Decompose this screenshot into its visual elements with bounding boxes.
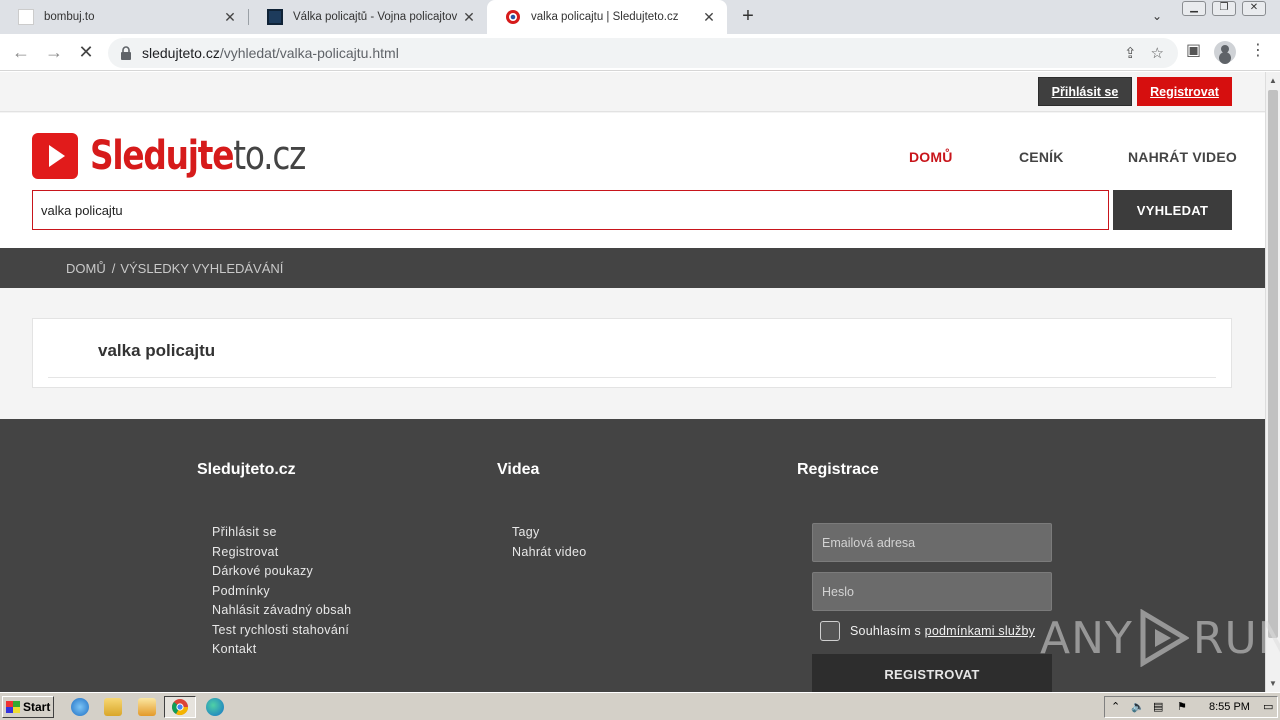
footer-title-site: Sledujteto.cz <box>197 461 296 478</box>
results-panel: valka policajtu <box>32 318 1232 388</box>
internet-explorer-icon[interactable] <box>71 698 89 716</box>
anyrun-watermark: ANY RUN <box>1040 606 1280 670</box>
nav-upload-video[interactable]: NAHRÁT VIDEO <box>1128 149 1237 165</box>
url-text: sledujteto.cz/vyhledat/valka-policajtu.h… <box>142 45 399 61</box>
search-button[interactable]: VYHLEDAT <box>1113 190 1232 230</box>
screen: bombuj.to ✕ Válka policajtů - Vojna poli… <box>0 0 1280 720</box>
results-title: valka policajtu <box>98 341 216 360</box>
network-icon[interactable]: ▤ <box>1153 701 1165 713</box>
tab-title: valka policajtu | Sledujteto.cz <box>531 11 679 23</box>
minimize-icon[interactable]: ▁ <box>1182 1 1206 16</box>
omnibox-actions: ⇪ ☆ <box>1124 44 1164 62</box>
bookmark-star-icon[interactable]: ☆ <box>1151 44 1164 62</box>
footer-link-terms[interactable]: Podmínky <box>212 582 351 602</box>
address-bar[interactable]: sledujteto.cz/vyhledat/valka-policajtu.h… <box>108 38 1178 68</box>
restore-icon[interactable]: ❐ <box>1212 1 1236 16</box>
terms-link[interactable]: podmínkami služby <box>925 624 1035 638</box>
clock: 8:55 PM <box>1209 701 1250 713</box>
kebab-menu-icon[interactable]: ⋮ <box>1250 40 1266 60</box>
footer-link-upload-video[interactable]: Nahrát video <box>512 543 586 563</box>
footer-title-videos: Videa <box>497 461 540 478</box>
stop-loading-icon[interactable]: ✕ <box>75 42 97 64</box>
browser-tab-strip: bombuj.to ✕ Válka policajtů - Vojna poli… <box>0 0 1280 34</box>
volume-icon[interactable]: 🔈 <box>1131 701 1145 713</box>
register-button[interactable]: Registrovat <box>1137 77 1232 106</box>
play-logo-icon <box>32 133 78 179</box>
footer-register-button[interactable]: REGISTROVAT <box>812 654 1052 692</box>
windows-taskbar: Start ⌃ 🔈 ▤ ⚑ 8:55 PM ▭ <box>0 692 1280 720</box>
logo-wordmark: Sledujteto.cz <box>90 133 306 179</box>
tab-valka-policajtu-online[interactable]: Válka policajtů - Vojna policajtov onlin… <box>249 0 487 34</box>
chrome-icon <box>171 699 189 716</box>
footer-links-site: Přihlásit se Registrovat Dárkové poukazy… <box>212 523 351 660</box>
back-arrow-icon[interactable]: ← <box>10 42 32 64</box>
side-panel-icon[interactable]: ▣ <box>1186 40 1201 60</box>
footer-title-registration: Registrace <box>797 461 879 478</box>
tab-search-chevron-icon[interactable]: ⌄ <box>1152 9 1162 23</box>
nav-home[interactable]: DOMŮ <box>909 149 953 165</box>
close-icon[interactable]: ✕ <box>701 9 717 26</box>
nav-pricing[interactable]: CENÍK <box>1019 149 1064 165</box>
profile-avatar-icon[interactable] <box>1214 41 1236 63</box>
media-player-icon[interactable] <box>138 698 156 716</box>
windows-flag-icon <box>6 701 20 713</box>
edge-icon[interactable] <box>206 698 224 716</box>
footer-link-register[interactable]: Registrovat <box>212 543 351 563</box>
password-field[interactable] <box>812 572 1052 611</box>
footer-link-tags[interactable]: Tagy <box>512 523 586 543</box>
scroll-up-icon[interactable]: ▲ <box>1269 76 1277 85</box>
forward-arrow-icon[interactable]: → <box>43 42 65 64</box>
close-icon[interactable]: ✕ <box>461 9 477 26</box>
tab-sledujteto[interactable]: valka policajtu | Sledujteto.cz ✕ <box>487 0 727 34</box>
terms-agree-label: Souhlasím s podmínkami služby <box>850 624 1036 638</box>
scrollbar-thumb[interactable] <box>1268 90 1278 638</box>
terms-checkbox[interactable] <box>820 621 840 641</box>
tab-title: Válka policajtů - Vojna policajtov onlin… <box>293 11 461 23</box>
tab-title: bombuj.to <box>44 11 95 23</box>
breadcrumb: DOMŮ / VÝSLEDKY VYHLEDÁVÁNÍ <box>0 248 1265 288</box>
site-header: Sledujteto.cz DOMŮ CENÍK NAHRÁT VIDEO VY… <box>0 113 1265 248</box>
lock-icon <box>121 46 131 60</box>
footer-link-report-content[interactable]: Nahlásit závadný obsah <box>212 601 351 621</box>
divider <box>48 377 1216 378</box>
film-strip-icon <box>267 9 283 25</box>
breadcrumb-separator: / <box>111 260 116 276</box>
footer-link-speed-test[interactable]: Test rychlosti stahování <box>212 621 351 641</box>
window-controls: ▁ ❐ ✕ <box>1182 1 1266 17</box>
system-tray: ⌃ 🔈 ▤ ⚑ 8:55 PM ▭ <box>1104 696 1278 718</box>
footer-link-gift-vouchers[interactable]: Dárkové poukazy <box>212 562 351 582</box>
flag-notification-icon[interactable]: ⚑ <box>1177 701 1189 713</box>
site-logo[interactable]: Sledujteto.cz <box>32 133 352 179</box>
login-button[interactable]: Přihlásit se <box>1038 77 1132 106</box>
scroll-down-icon[interactable]: ▼ <box>1269 679 1277 688</box>
close-icon[interactable]: ✕ <box>222 9 238 26</box>
site-top-bar: Přihlásit se Registrovat <box>0 72 1265 112</box>
footer-link-login[interactable]: Přihlásit se <box>212 523 351 543</box>
close-window-icon[interactable]: ✕ <box>1242 1 1266 16</box>
tab-bombuj[interactable]: bombuj.to ✕ <box>0 0 248 34</box>
footer-links-videos: Tagy Nahrát video <box>512 523 586 562</box>
breadcrumb-home[interactable]: DOMŮ <box>66 261 106 276</box>
play-triangle-icon <box>1140 609 1189 667</box>
show-desktop-icon[interactable]: ▭ <box>1263 701 1275 713</box>
share-icon[interactable]: ⇪ <box>1124 44 1137 62</box>
results-section: valka policajtu <box>0 288 1265 419</box>
email-field[interactable] <box>812 523 1052 562</box>
vertical-scrollbar[interactable]: ▲ ▼ <box>1265 72 1280 692</box>
browser-toolbar: ← → ✕ sledujteto.cz/vyhledat/valka-polic… <box>0 34 1280 71</box>
breadcrumb-current: VÝSLEDKY VYHLEDÁVÁNÍ <box>120 260 284 276</box>
sledujteto-favicon-icon <box>505 9 521 25</box>
tray-expand-icon[interactable]: ⌃ <box>1111 701 1123 713</box>
search-input[interactable] <box>32 190 1109 230</box>
file-explorer-icon[interactable] <box>104 698 122 716</box>
new-tab-button[interactable]: + <box>738 6 758 27</box>
blank-page-icon <box>18 9 34 25</box>
web-page: Přihlásit se Registrovat Sledujteto.cz D… <box>0 72 1265 692</box>
start-button[interactable]: Start <box>2 696 54 718</box>
footer-link-contact[interactable]: Kontakt <box>212 640 351 660</box>
chrome-taskbar-button[interactable] <box>164 696 196 718</box>
